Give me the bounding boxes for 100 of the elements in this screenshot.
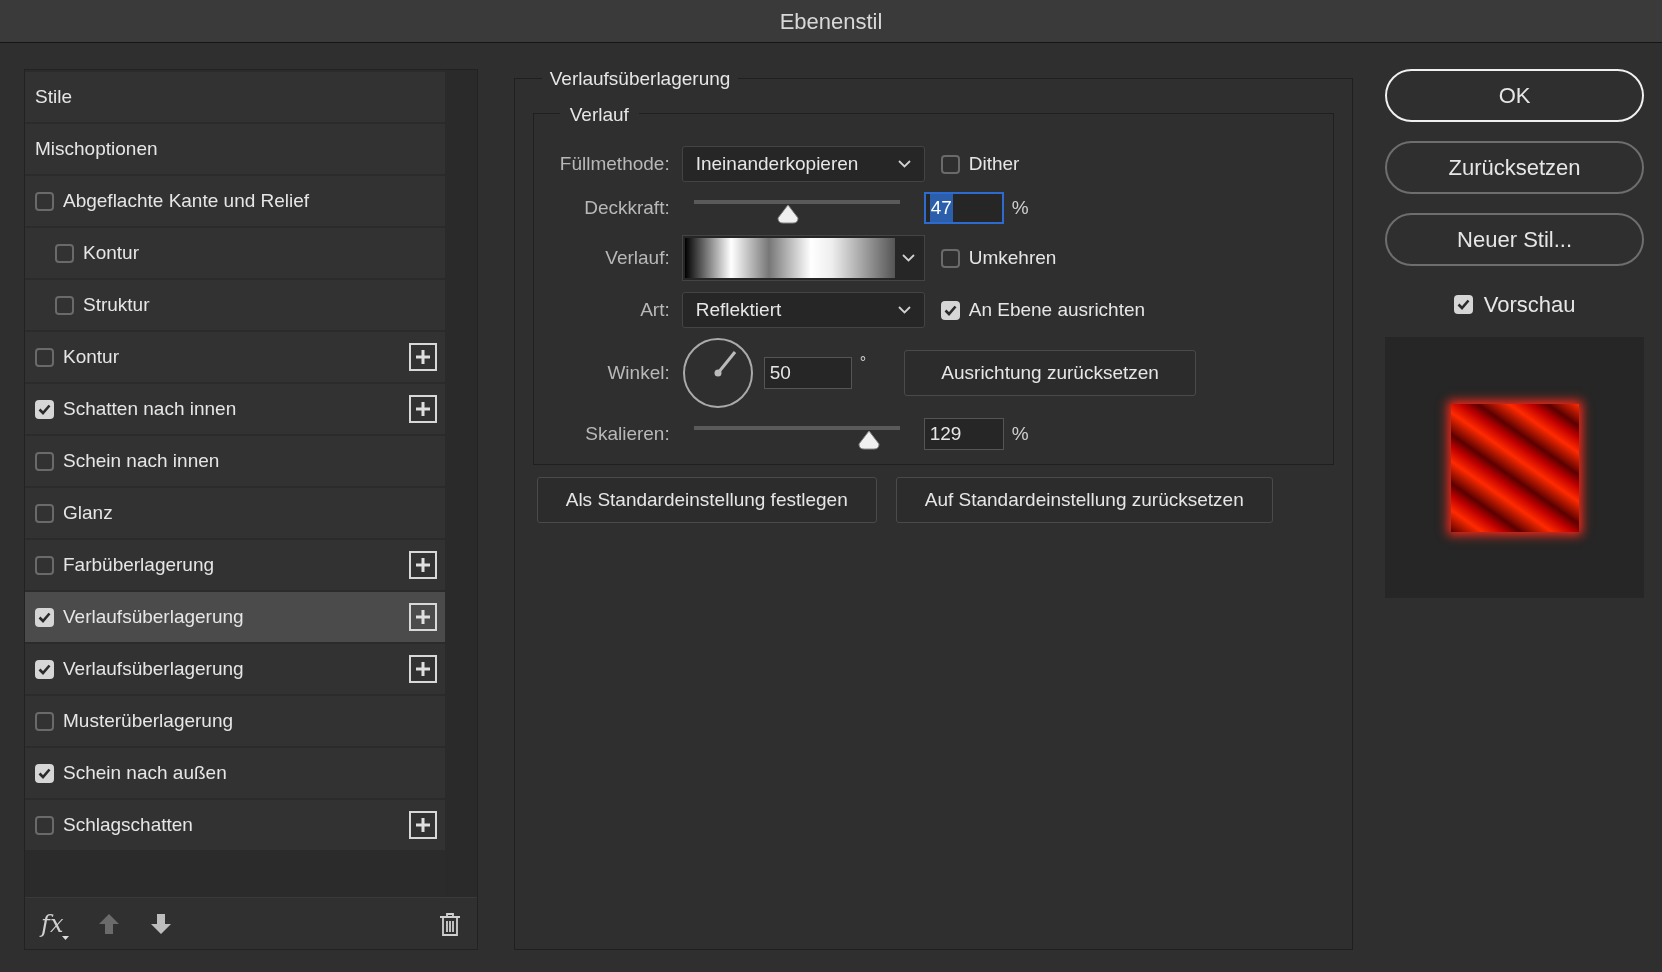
chevron-down-icon <box>897 306 911 314</box>
field-label: Deckkraft: <box>583 195 671 220</box>
default-settings-button[interactable]: Auf Standardeinstellung zurücksetzen <box>895 477 1273 523</box>
unit-label: % <box>1011 421 1029 446</box>
field-label: Skalieren: <box>584 421 671 446</box>
angle-field[interactable]: 50 <box>763 357 852 389</box>
add-button[interactable] <box>409 395 437 423</box>
add-button[interactable] <box>409 811 437 839</box>
style-list-item[interactable]: Struktur <box>25 280 445 330</box>
checkbox[interactable] <box>35 815 54 835</box>
plus-icon <box>415 557 431 573</box>
checkbox[interactable] <box>35 451 54 471</box>
checkbox[interactable] <box>940 300 960 320</box>
style-label: Verlaufsüberlagerung <box>63 656 245 681</box>
field-label: Winkel: <box>606 360 671 385</box>
style-label: Schein nach innen <box>63 448 221 473</box>
checkbox[interactable] <box>35 659 54 679</box>
fx-button[interactable]: fx <box>41 905 70 942</box>
checkbox[interactable] <box>35 347 54 367</box>
style-label: Schlagschatten <box>63 812 194 837</box>
field-label: Art: <box>639 297 671 322</box>
style-list-item[interactable]: Schein nach innen <box>25 436 445 486</box>
style-list-item[interactable]: Schlagschatten <box>25 800 445 850</box>
style-list-item[interactable]: Verlaufsüberlagerung <box>25 644 445 694</box>
field-label: Füllmethode: <box>558 151 671 176</box>
arrow-down-icon[interactable] <box>149 911 174 936</box>
add-button[interactable] <box>409 343 437 371</box>
checkbox[interactable] <box>35 763 54 783</box>
blend-mode-dropdown[interactable]: Ineinanderkopieren <box>681 146 925 182</box>
checkbox[interactable] <box>940 154 960 174</box>
plus-icon <box>415 349 431 365</box>
style-list-item[interactable]: Abgeflachte Kante und Relief <box>25 176 445 226</box>
trash-icon[interactable] <box>438 911 461 936</box>
plus-icon <box>415 609 431 625</box>
checkmark-icon <box>38 403 51 415</box>
chevron-down-icon <box>897 160 911 168</box>
style-list-item[interactable]: Mischoptionen <box>25 124 445 174</box>
checkbox[interactable] <box>35 503 54 523</box>
style-label: Kontur <box>83 240 140 265</box>
checkbox[interactable] <box>55 295 74 315</box>
style-list-item[interactable]: Schein nach außen <box>25 748 445 798</box>
slider-thumb[interactable] <box>777 204 800 224</box>
checkbox-label: Umkehren <box>968 245 1057 270</box>
style-list-item[interactable]: Stile <box>25 72 445 122</box>
number-field[interactable]: 129 <box>923 418 1004 450</box>
style-label: Struktur <box>83 292 151 317</box>
checkbox[interactable] <box>35 555 54 575</box>
style-list-item[interactable]: Schatten nach innen <box>25 384 445 434</box>
checkmark-icon <box>38 663 51 675</box>
style-label: Abgeflachte Kante und Relief <box>63 188 311 213</box>
checkbox-label: An Ebene ausrichten <box>968 297 1146 322</box>
style-label: Verlaufsüberlagerung <box>63 604 245 629</box>
checkbox[interactable] <box>940 248 960 268</box>
checkbox[interactable] <box>35 711 54 731</box>
dialog-button[interactable]: Neuer Stil... <box>1385 213 1644 266</box>
style-label: Glanz <box>63 500 114 525</box>
style-label: Mischoptionen <box>35 136 159 161</box>
plus-icon <box>415 401 431 417</box>
style-list-item[interactable]: Musterüberlagerung <box>25 696 445 746</box>
checkbox[interactable] <box>55 243 74 263</box>
field-label: Verlauf: <box>604 245 671 270</box>
add-button[interactable] <box>409 603 437 631</box>
checkmark-icon <box>1456 298 1470 310</box>
style-list-item[interactable]: Verlaufsüberlagerung <box>25 592 445 642</box>
add-button[interactable] <box>409 655 437 683</box>
plus-icon <box>415 817 431 833</box>
unit-label: % <box>1011 195 1029 220</box>
angle-dial[interactable] <box>681 337 754 409</box>
degree-label: ° <box>859 353 867 373</box>
preview-label: Vorschau <box>1483 290 1576 319</box>
dialog-button[interactable]: Zurücksetzen <box>1385 141 1644 194</box>
number-field[interactable]: 47 <box>923 192 1004 224</box>
arrow-up-icon[interactable] <box>97 911 122 936</box>
style-label: Farbüberlagerung <box>63 552 216 577</box>
style-label: Stile <box>35 84 73 109</box>
reset-alignment-button[interactable]: Ausrichtung zurücksetzen <box>904 350 1197 396</box>
checkbox-label: Dither <box>968 151 1020 176</box>
style-list-item[interactable]: Farbüberlagerung <box>25 540 445 590</box>
checkbox[interactable] <box>35 607 54 627</box>
style-label: Schein nach außen <box>63 760 228 785</box>
slider-thumb[interactable] <box>857 430 880 450</box>
gradient-picker[interactable] <box>681 235 925 281</box>
checkbox[interactable] <box>35 191 54 211</box>
style-list-item[interactable]: Kontur <box>25 332 445 382</box>
window-title: Ebenenstil <box>779 7 883 36</box>
style-list-item[interactable]: Kontur <box>25 228 445 278</box>
style-list-item[interactable]: Glanz <box>25 488 445 538</box>
checkbox[interactable] <box>35 399 54 419</box>
default-settings-button[interactable]: Als Standardeinstellung festlegen <box>536 477 877 523</box>
style-label: Schatten nach innen <box>63 396 238 421</box>
add-button[interactable] <box>409 551 437 579</box>
checkmark-icon <box>38 767 51 779</box>
style-label: Musterüberlagerung <box>63 708 235 733</box>
checkmark-icon <box>943 304 957 316</box>
style-dropdown[interactable]: Reflektiert <box>681 292 925 328</box>
checkmark-icon <box>38 611 51 623</box>
checkbox[interactable] <box>1453 294 1473 314</box>
dialog-button[interactable]: OK <box>1385 69 1644 122</box>
chevron-down-icon <box>901 254 915 262</box>
plus-icon <box>415 661 431 677</box>
